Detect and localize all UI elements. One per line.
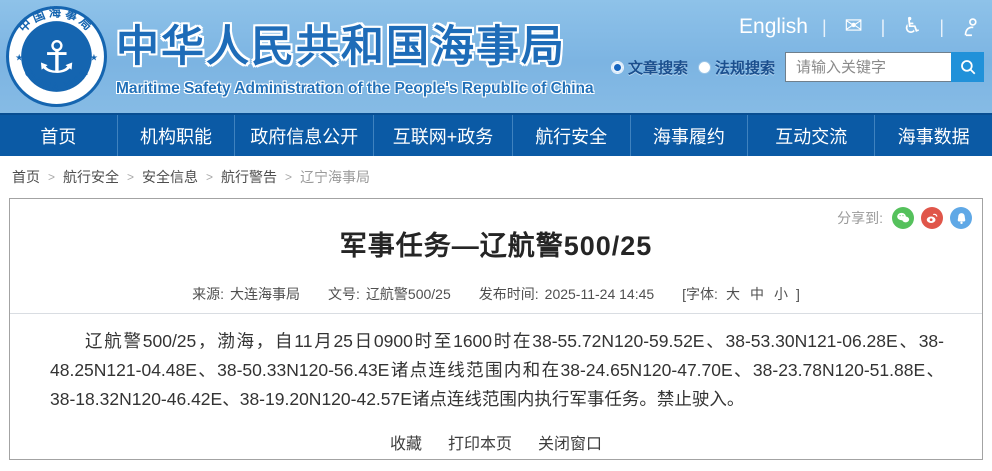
article-meta: 来源: 大连海事局 文号: 辽航警500/25 发布时间: 2025-11-24… — [10, 284, 982, 304]
font-size-large-button[interactable]: 大 — [724, 284, 742, 304]
radio-selected-icon[interactable] — [610, 60, 624, 74]
brand-block: 中华人民共和国海事局 Maritime Safety Administratio… — [116, 12, 594, 98]
search-icon — [960, 60, 975, 75]
svg-text:⚓: ⚓ — [37, 33, 77, 84]
share-bar: 分享到: — [837, 207, 972, 229]
close-window-button[interactable]: 关闭窗口 — [538, 430, 602, 454]
nav-item-functions[interactable]: 机构职能 — [116, 115, 235, 156]
mail-icon[interactable]: ✉ — [841, 14, 867, 40]
separator: | — [939, 16, 944, 37]
favorite-button[interactable]: 收藏 — [390, 430, 422, 454]
nav-item-internet-gov[interactable]: 互联网+政务 — [373, 115, 512, 156]
doc-number-label: 文号: — [328, 286, 360, 302]
site-title: 中华人民共和国海事局 — [116, 23, 566, 71]
publish-time-label: 发布时间: — [478, 286, 539, 302]
font-size-small-button[interactable]: 小 — [772, 284, 790, 304]
site-search: 文章搜索 法规搜索 — [610, 52, 984, 82]
nav-item-nav-safety[interactable]: 航行安全 — [511, 115, 630, 156]
wechat-share-icon[interactable] — [892, 207, 914, 229]
article-paragraph: 辽航警500/25，渤海，自11月25日0900时至1600时在38-55.72… — [50, 331, 944, 409]
svg-text:★: ★ — [15, 53, 23, 63]
breadcrumb-separator: > — [206, 170, 214, 184]
china-msa-logo: ⚓ 中国海事局 CHINA MSA ★ ★ — [6, 6, 107, 107]
nav-item-gov-info[interactable]: 政府信息公开 — [234, 115, 373, 156]
accessibility-icon[interactable]: ♿ — [899, 14, 925, 40]
share-label: 分享到: — [837, 210, 883, 226]
qq-share-icon[interactable] — [950, 207, 972, 229]
nav-item-data[interactable]: 海事数据 — [874, 115, 992, 156]
breadcrumb-safety-info[interactable]: 安全信息 — [142, 167, 198, 187]
article-panel: 分享到: 军事任务—辽航警500/25 来源: 大连海事局 文号: 辽航警500… — [9, 198, 983, 460]
english-link[interactable]: English — [739, 15, 808, 39]
breadcrumb-separator: > — [127, 170, 135, 184]
nav-item-interaction[interactable]: 互动交流 — [747, 115, 874, 156]
breadcrumb-separator: > — [285, 170, 293, 184]
search-option-article[interactable]: 文章搜索 — [610, 57, 688, 78]
separator: | — [821, 16, 827, 37]
article-title: 军事任务—辽航警500/25 — [339, 231, 653, 261]
publish-time-value: 2025-11-24 14:45 — [544, 286, 655, 302]
breadcrumb-liaoning-msa: 辽宁海事局 — [300, 169, 371, 185]
source-value: 大连海事局 — [230, 286, 301, 302]
search-button[interactable] — [951, 52, 984, 82]
breadcrumb-separator: > — [48, 170, 56, 184]
font-size-close: ] — [795, 286, 800, 302]
doc-number-value: 辽航警500/25 — [365, 286, 451, 302]
breadcrumb-nav-warning[interactable]: 航行警告 — [221, 167, 277, 187]
main-nav: 首页 机构职能 政府信息公开 互联网+政务 航行安全 海事履约 互动交流 海事数… — [0, 113, 992, 156]
article-actions: 收藏 打印本页 关闭窗口 — [10, 430, 982, 454]
breadcrumb-home[interactable]: 首页 — [12, 167, 40, 187]
search-option-law[interactable]: 法规搜索 — [697, 57, 775, 78]
separator: | — [880, 16, 886, 37]
print-button[interactable]: 打印本页 — [448, 430, 512, 454]
nav-item-home[interactable]: 首页 — [0, 115, 117, 156]
search-input[interactable] — [785, 52, 951, 82]
source-label: 来源: — [192, 286, 225, 302]
font-size-open: [字体: — [682, 286, 718, 302]
site-header: ⚓ 中国海事局 CHINA MSA ★ ★ 中华人民共和国海事局 Maritim… — [0, 0, 992, 113]
breadcrumb-nav-safety[interactable]: 航行安全 — [63, 167, 119, 187]
svg-text:★: ★ — [90, 53, 98, 63]
nav-item-compliance[interactable]: 海事履约 — [629, 115, 748, 156]
site-subtitle: Maritime Safety Administration of the Pe… — [116, 80, 594, 97]
breadcrumb: 首页 > 航行安全 > 安全信息 > 航行警告 > 辽宁海事局 — [0, 156, 992, 196]
radio-unselected-icon[interactable] — [697, 60, 711, 74]
top-utility-links: English | ✉ | ♿ | — [611, 12, 984, 42]
article-body: 辽航警500/25，渤海，自11月25日0900时至1600时在38-55.72… — [10, 314, 982, 414]
user-icon[interactable] — [958, 14, 984, 40]
weibo-share-icon[interactable] — [921, 207, 943, 229]
font-size-medium-button[interactable]: 中 — [748, 284, 766, 304]
